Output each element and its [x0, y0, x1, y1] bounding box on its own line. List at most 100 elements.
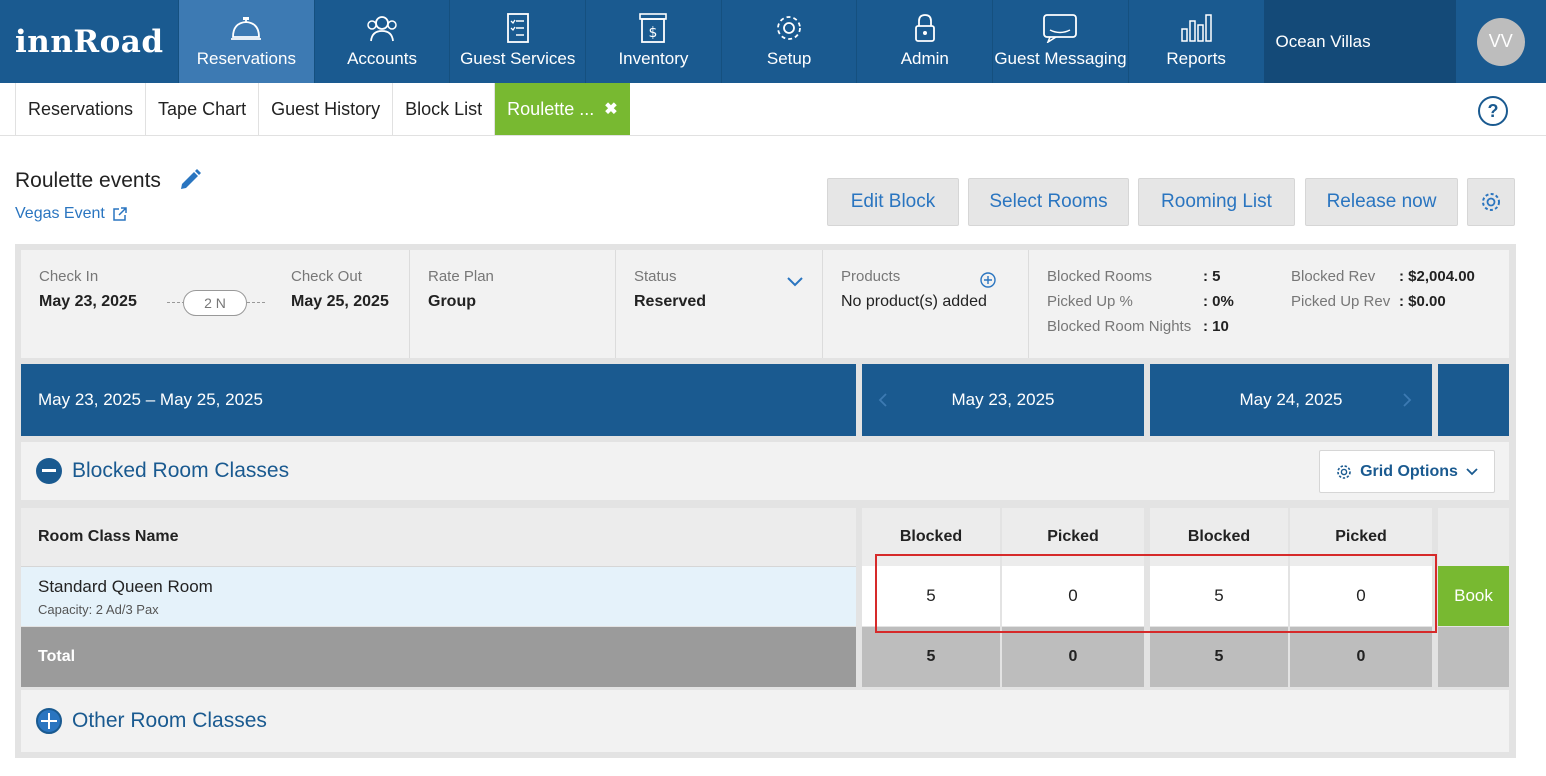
svg-text:$: $: [649, 25, 658, 41]
highlight-box: [875, 554, 1437, 633]
nav-label: Reports: [1166, 49, 1226, 68]
tab-tape-chart[interactable]: Tape Chart: [145, 83, 258, 135]
message-icon: [1043, 14, 1078, 43]
nav-accounts[interactable]: Accounts: [313, 0, 450, 83]
check-in-label: Check In: [39, 268, 99, 285]
section-title: Other Room Classes: [72, 709, 267, 732]
rate-plan: Rate Plan Group: [410, 250, 616, 358]
grid-options-button[interactable]: Grid Options: [1319, 450, 1495, 493]
avatar-area: VV: [1456, 0, 1546, 83]
avatar[interactable]: VV: [1476, 17, 1525, 66]
event-link-label: Vegas Event: [15, 205, 105, 222]
nav-label: Setup: [766, 49, 812, 68]
block-panel: Check In May 23, 2025 2 N Check Out May …: [15, 244, 1516, 758]
nav-label: Guest Services: [460, 49, 576, 68]
bar-chart-icon: [1181, 14, 1212, 42]
external-link-icon: [113, 207, 127, 221]
nights-badge: 2 N: [183, 290, 247, 316]
settings-button[interactable]: [1467, 178, 1515, 226]
total-label: Total: [21, 627, 856, 687]
date-header-day1: May 23, 2025: [862, 364, 1144, 436]
sub-tabs: Reservations Tape Chart Guest History Bl…: [0, 83, 1546, 136]
stat-value: : 0%: [1203, 293, 1234, 310]
help-icon[interactable]: ?: [1478, 96, 1508, 126]
innroad-logo[interactable]: innRoad: [0, 0, 178, 83]
edit-block-button[interactable]: Edit Block: [827, 178, 959, 226]
status-value: Reserved: [634, 293, 707, 310]
divider: [247, 302, 265, 303]
tab-reservations[interactable]: Reservations: [15, 83, 145, 135]
expand-icon[interactable]: [36, 708, 62, 734]
date-day1: May 23, 2025: [951, 390, 1055, 409]
blocked-room-classes-header[interactable]: Blocked Room Classes Grid Options: [21, 442, 1509, 500]
date-header-spacer: [1438, 364, 1509, 436]
chevron-left-icon[interactable]: [878, 392, 888, 408]
block-info-bar: Check In May 23, 2025 2 N Check Out May …: [21, 250, 1509, 358]
book-button[interactable]: Book: [1438, 566, 1509, 626]
stay-dates: Check In May 23, 2025 2 N Check Out May …: [21, 250, 410, 358]
nav-admin[interactable]: Admin: [856, 0, 992, 83]
nav-inventory[interactable]: $ Inventory: [585, 0, 721, 83]
date-range: May 23, 2025 – May 25, 2025: [21, 364, 856, 436]
dollar-box-icon: $: [639, 13, 668, 43]
total-blocked-day2: 5: [1150, 627, 1288, 687]
other-room-classes-header[interactable]: Other Room Classes: [21, 690, 1509, 752]
grid-options-label: Grid Options: [1360, 462, 1458, 480]
stat-label: Picked Up %: [1047, 293, 1133, 310]
nav-label: Inventory: [618, 49, 689, 68]
chevron-down-icon[interactable]: [786, 276, 804, 288]
col-room-class-name: Room Class Name: [21, 508, 856, 566]
stat-label: Picked Up Rev: [1291, 293, 1391, 310]
nav-setup[interactable]: Setup: [720, 0, 857, 83]
nav-guest-messaging[interactable]: Guest Messaging: [992, 0, 1128, 83]
event-link[interactable]: Vegas Event: [15, 205, 127, 223]
nav-label: Guest Messaging: [994, 49, 1127, 68]
checklist-icon: [506, 13, 529, 43]
nav-label: Admin: [900, 49, 949, 68]
block-stats: Blocked Rooms : 5 Picked Up % : 0% Blocked…: [1029, 250, 1509, 358]
gear-icon: [777, 16, 801, 40]
select-rooms-button[interactable]: Select Rooms: [968, 178, 1129, 226]
nav-reservations[interactable]: Reservations: [178, 0, 314, 83]
bell-icon: [231, 17, 262, 40]
top-nav: innRoad Reservations Accounts Guest Serv…: [0, 0, 1546, 83]
check-out-value: May 25, 2025: [291, 293, 389, 310]
tab-roulette[interactable]: Roulette ... ✖: [494, 83, 630, 135]
nav-reports[interactable]: Reports: [1127, 0, 1264, 83]
tab-label: Roulette ...: [507, 98, 595, 119]
room-capacity: Capacity: 2 Ad/3 Pax: [38, 601, 159, 617]
page-title: Roulette events: [15, 169, 161, 192]
tab-guest-history[interactable]: Guest History: [258, 83, 392, 135]
release-now-button[interactable]: Release now: [1305, 178, 1458, 226]
date-day2: May 24, 2025: [1239, 390, 1343, 409]
nav-label: Accounts: [347, 49, 417, 68]
rooming-list-button[interactable]: Rooming List: [1138, 178, 1295, 226]
property-selector[interactable]: Ocean Villas: [1263, 0, 1456, 83]
collapse-icon[interactable]: [36, 458, 62, 484]
total-blocked-day1: 5: [862, 627, 1000, 687]
tab-block-list[interactable]: Block List: [392, 83, 494, 135]
rate-plan-label: Rate Plan: [428, 268, 494, 285]
total-action: [1438, 627, 1509, 687]
table-row: Standard Queen Room Capacity: 2 Ad/3 Pax: [21, 566, 856, 626]
total-picked-day1: 0: [1002, 627, 1144, 687]
chevron-right-icon[interactable]: [1402, 392, 1412, 408]
stat-label: Blocked Room Nights: [1047, 318, 1192, 335]
col-action: [1438, 508, 1509, 566]
room-class-name: Standard Queen Room: [38, 576, 213, 596]
nav-guest-services[interactable]: Guest Services: [449, 0, 585, 83]
close-icon[interactable]: ✖: [604, 99, 617, 119]
check-out-label: Check Out: [291, 268, 362, 285]
products-value: No product(s) added: [841, 293, 987, 310]
pencil-icon[interactable]: [178, 168, 202, 192]
rate-plan-value: Group: [428, 293, 476, 310]
chevron-down-icon: [1466, 467, 1478, 475]
status-label: Status: [634, 268, 677, 285]
status-dropdown[interactable]: Status Reserved: [616, 250, 823, 358]
add-circle-icon[interactable]: [980, 272, 996, 288]
gear-icon: [1337, 464, 1351, 479]
products: Products No product(s) added: [823, 250, 1029, 358]
stat-value: : 5: [1203, 268, 1221, 285]
stat-label: Blocked Rooms: [1047, 268, 1153, 285]
nav-label: Reservations: [196, 49, 296, 68]
